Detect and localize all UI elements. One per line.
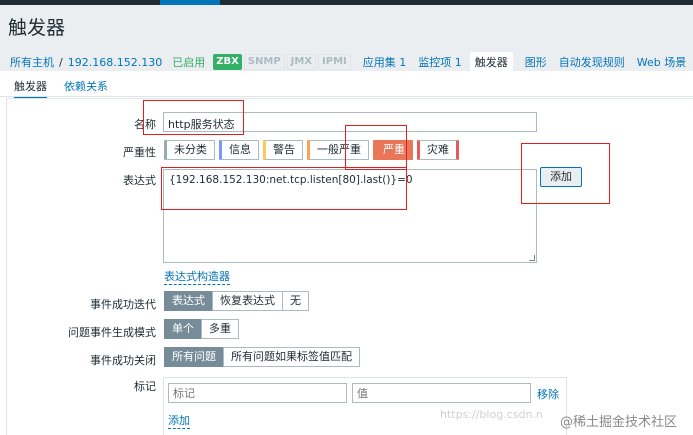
severity-label: 严重性 (123, 146, 156, 159)
form-tabs: 触发器 依赖关系 (0, 75, 693, 99)
ok-event-generation-label: 事件成功迭代 (90, 298, 156, 311)
expression-constructor-link[interactable]: 表达式构造器 (164, 268, 230, 285)
severity-information[interactable]: 信息 (219, 140, 259, 160)
breadcrumb-separator: / (59, 55, 63, 69)
expression-value: {192.168.152.130:net.tcp.listen[80].last… (169, 174, 413, 186)
page-title: 触发器 (8, 17, 66, 39)
expression-textarea[interactable]: {192.168.152.130:net.tcp.listen[80].last… (163, 169, 537, 263)
severity-warning[interactable]: 警告 (263, 140, 303, 160)
ipmi-availability-badge: IPMI (318, 54, 351, 70)
nav-discovery-rules[interactable]: 自动发现规则 (559, 54, 625, 70)
juejin-watermark: @稀土掘金技术社区 (560, 415, 678, 430)
ok-event-closes-selector: 所有问题 所有问题如果标签值匹配 (164, 347, 360, 367)
add-expression-button[interactable]: 添加 (540, 167, 582, 187)
nav-items[interactable]: 监控项 1 (418, 54, 462, 70)
severity-not-classified[interactable]: 未分类 (164, 140, 215, 160)
ok-close-all-problems[interactable]: 所有问题 (164, 347, 224, 367)
host-status-enabled[interactable]: 已启用 (172, 54, 205, 70)
host-navigation: 所有主机 / 192.168.152.130 已启用 ZBX SNMP JMX … (10, 52, 686, 72)
nav-triggers[interactable]: 触发器 (469, 52, 513, 72)
ok-event-closes-label: 事件成功关闭 (90, 354, 156, 367)
severity-average[interactable]: 一般严重 (307, 140, 369, 160)
zbx-availability-badge: ZBX (213, 54, 242, 70)
problem-mode-multiple[interactable]: 多重 (201, 319, 239, 339)
problem-mode-single[interactable]: 单个 (164, 319, 202, 339)
ok-event-none[interactable]: 无 (282, 291, 309, 311)
name-label: 名称 (134, 118, 156, 131)
remove-tag-link[interactable]: 移除 (537, 386, 559, 402)
csdn-watermark: https://blog.csdn.n (440, 408, 543, 421)
problem-event-mode-selector: 单个 多重 (164, 319, 239, 339)
breadcrumb-host[interactable]: 192.168.152.130 (68, 56, 162, 69)
expression-label: 表达式 (123, 174, 156, 187)
snmp-availability-badge: SNMP (243, 54, 285, 70)
nav-web-scenarios[interactable]: Web 场景 (637, 54, 686, 70)
breadcrumb-all-hosts[interactable]: 所有主机 (10, 54, 54, 70)
severity-selector: 未分类 信息 警告 一般严重 严重 灾难 (164, 140, 463, 160)
ok-event-expression[interactable]: 表达式 (164, 291, 213, 311)
ok-close-tag-match[interactable]: 所有问题如果标签值匹配 (223, 347, 360, 367)
jmx-availability-badge: JMX (286, 54, 317, 70)
tags-label: 标记 (134, 380, 156, 393)
tab-dependencies[interactable]: 依赖关系 (64, 78, 108, 94)
add-tag-link[interactable]: 添加 (168, 412, 190, 429)
severity-disaster[interactable]: 灾难 (417, 140, 459, 160)
ok-event-generation-selector: 表达式 恢复表达式 无 (164, 291, 309, 311)
nav-graphs[interactable]: 图形 (525, 54, 547, 70)
nav-applications[interactable]: 应用集 1 (363, 54, 407, 70)
tag-value-input[interactable] (352, 383, 531, 403)
ok-event-recovery-expression[interactable]: 恢复表达式 (212, 291, 283, 311)
resize-handle[interactable] (529, 255, 535, 261)
tab-trigger[interactable]: 触发器 (14, 78, 47, 99)
severity-high[interactable]: 严重 (373, 140, 413, 160)
tag-name-input[interactable] (168, 383, 347, 403)
page-header: 触发器 所有主机 / 192.168.152.130 已启用 ZBX SNMP … (0, 5, 693, 72)
name-input[interactable]: http服务状态 (163, 112, 537, 132)
problem-event-mode-label: 问题事件生成模式 (68, 326, 156, 339)
